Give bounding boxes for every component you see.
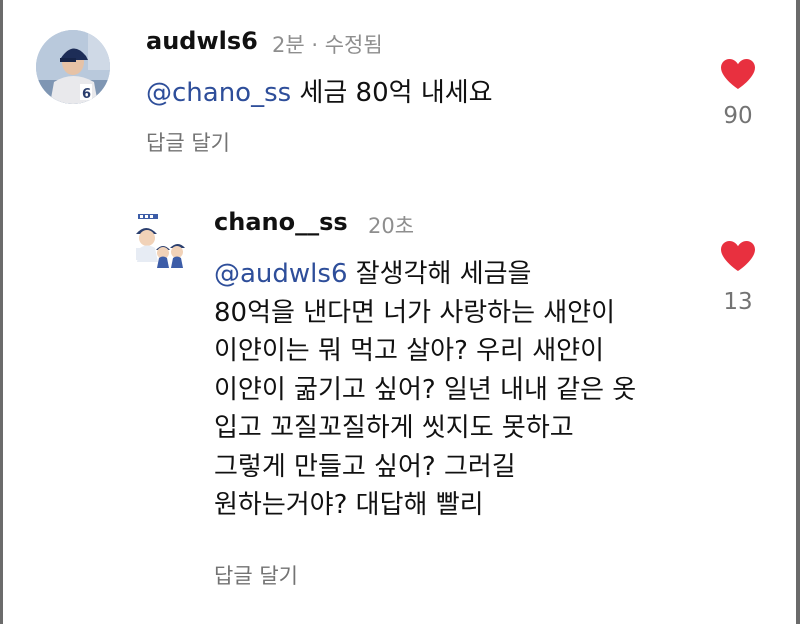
avatar-photo: 6 bbox=[36, 30, 110, 104]
comment-body: 세금 80억 내세요 bbox=[291, 78, 493, 108]
reply-text-segment: 잘생각해 세금을 bbox=[347, 259, 532, 289]
reply-text: @audwls6 잘생각해 세금을 80억을 낸다면 너가 사랑하는 새얀이 이… bbox=[214, 255, 694, 525]
reply-reply-button[interactable]: 답글 달기 bbox=[214, 560, 298, 590]
heart-filled-icon bbox=[721, 59, 755, 89]
reply-button[interactable]: 답글 달기 bbox=[146, 127, 230, 157]
reply-like-count: 13 bbox=[723, 289, 753, 315]
reply-text-line: 이얀이 굶기고 싶어? 일년 내내 같은 옷 bbox=[214, 374, 637, 405]
reply-username[interactable]: chano__ss bbox=[214, 208, 348, 236]
reply-text-line: 80억을 낸다면 너가 사랑하는 새얀이 bbox=[214, 297, 616, 328]
comment-mention[interactable]: @chano_ss bbox=[146, 78, 291, 108]
window-frame-right bbox=[796, 0, 800, 624]
reply-text-line: 원하는거야? 대답해 빨리 bbox=[214, 490, 484, 520]
comment-username[interactable]: audwls6 bbox=[146, 27, 258, 55]
like-count: 90 bbox=[723, 103, 753, 129]
svg-text:6: 6 bbox=[82, 87, 91, 102]
reply-text-line: 그렇게 만들고 싶어? 그러길 bbox=[214, 451, 516, 482]
reply-like-button[interactable] bbox=[720, 240, 756, 272]
comment-text: @chano_ss 세금 80억 내세요 bbox=[146, 75, 493, 111]
reply-text-line: 입고 꼬질꼬질하게 씻지도 못하고 bbox=[214, 413, 574, 443]
reply-avatar-illustration bbox=[132, 212, 190, 270]
comment-meta: 2분 · 수정됨 bbox=[272, 33, 383, 57]
like-button[interactable] bbox=[720, 58, 756, 90]
reply-avatar[interactable] bbox=[132, 212, 190, 270]
avatar[interactable]: 6 bbox=[36, 30, 110, 104]
reply-text-line: 이얀이는 뭐 먹고 살아? 우리 새얀이 bbox=[214, 336, 605, 366]
reply-meta: 20초 bbox=[368, 214, 415, 238]
window-frame-left bbox=[0, 0, 3, 624]
heart-filled-icon bbox=[721, 241, 755, 271]
reply-text-line: @audwls6 잘생각해 세금을 bbox=[214, 255, 694, 294]
reply-mention[interactable]: @audwls6 bbox=[214, 259, 348, 289]
